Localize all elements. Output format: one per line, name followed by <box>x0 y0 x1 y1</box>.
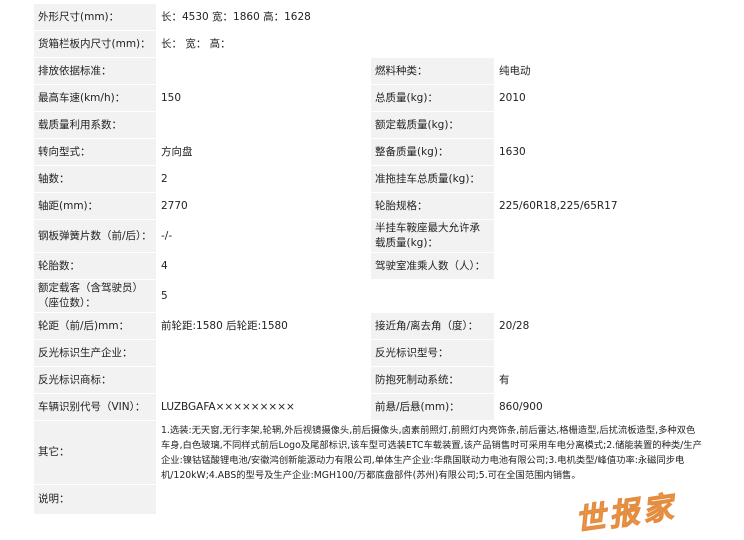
value-emission-standard <box>156 57 371 85</box>
label-leaf-springs: 钢板弹簧片数（前/后）： <box>33 219 157 253</box>
table-row: 载质量利用系数： 额定载质量(kg)： <box>33 111 709 139</box>
value-reflector-model <box>494 339 709 367</box>
label-reflector-brand: 反光标识商标： <box>33 366 157 394</box>
value-tire-spec: 225/60R18,225/65R17 <box>494 192 709 220</box>
value-cargo-dims: 长： 宽： 高： <box>156 30 709 58</box>
value-reflector-brand <box>156 366 371 394</box>
value-trailer-mass <box>494 165 709 193</box>
table-row: 反光标识商标： 防抱死制动系统： 有 <box>33 366 709 394</box>
value-load-utilization <box>156 111 371 139</box>
label-note: 说明： <box>33 484 157 515</box>
value-abs: 有 <box>494 366 709 394</box>
table-row: 反光标识生产企业： 反光标识型号： <box>33 339 709 367</box>
value-reflector-maker <box>156 339 371 367</box>
label-fuel-type: 燃料种类： <box>370 57 495 85</box>
table-row: 外形尺寸(mm)： 长：4530 宽：1860 高：1628 <box>33 3 709 31</box>
label-tire-count: 轮胎数： <box>33 252 157 280</box>
label-track: 轮距（前/后)mm： <box>33 312 157 340</box>
table-row: 轮胎数： 4 驾驶室准乘人数（人）： <box>33 252 709 280</box>
label-vin: 车辆识别代号（VIN）： <box>33 393 157 421</box>
label-dimensions: 外形尺寸(mm)： <box>33 3 157 31</box>
label-curb-mass: 整备质量(kg)： <box>370 138 495 166</box>
value-rated-load <box>494 111 709 139</box>
label-other: 其它： <box>33 420 157 485</box>
value-curb-mass: 1630 <box>494 138 709 166</box>
table-row: 轴距(mm)： 2770 轮胎规格： 225/60R18,225/65R17 <box>33 192 709 220</box>
label-load-utilization: 载质量利用系数： <box>33 111 157 139</box>
value-steering: 方向盘 <box>156 138 371 166</box>
label-cab-occupants: 驾驶室准乘人数（人）： <box>370 252 495 280</box>
table-row: 额定载客（含驾驶员）（座位数）： 5 <box>33 279 709 313</box>
label-cargo-dims: 货箱栏板内尺寸(mm)： <box>33 30 157 58</box>
value-tire-count: 4 <box>156 252 371 280</box>
value-other: 1.选装:无天窗,无行李架,轮辋,外后视镜摄像头,前后摄像头,卤素前照灯,前照灯… <box>156 420 709 485</box>
table-row: 排放依据标准： 燃料种类： 纯电动 <box>33 57 709 85</box>
table-row: 货箱栏板内尺寸(mm)： 长： 宽： 高： <box>33 30 709 58</box>
value-vin: LUZBGAFA××××××××× <box>156 393 371 421</box>
table-row: 其它： 1.选装:无天窗,无行李架,轮辋,外后视镜摄像头,前后摄像头,卤素前照灯… <box>33 420 709 485</box>
label-reflector-maker: 反光标识生产企业： <box>33 339 157 367</box>
value-track: 前轮距:1580 后轮距:1580 <box>156 312 371 340</box>
label-steering: 转向型式： <box>33 138 157 166</box>
table-row: 钢板弹簧片数（前/后）： -/- 半挂车鞍座最大允许承载质量(kg)： <box>33 219 709 253</box>
label-rated-load: 额定载质量(kg)： <box>370 111 495 139</box>
value-overhang: 860/900 <box>494 393 709 421</box>
label-gross-mass: 总质量(kg)： <box>370 84 495 112</box>
value-axles: 2 <box>156 165 371 193</box>
label-max-speed: 最高车速(km/h)： <box>33 84 157 112</box>
value-wheelbase: 2770 <box>156 192 371 220</box>
label-tire-spec: 轮胎规格： <box>370 192 495 220</box>
label-axles: 轴数： <box>33 165 157 193</box>
table-row: 最高车速(km/h)： 150 总质量(kg)： 2010 <box>33 84 709 112</box>
value-approach-departure: 20/28 <box>494 312 709 340</box>
label-wheelbase: 轴距(mm)： <box>33 192 157 220</box>
label-overhang: 前悬/后悬(mm)： <box>370 393 495 421</box>
table-row: 转向型式： 方向盘 整备质量(kg)： 1630 <box>33 138 709 166</box>
value-saddle-load <box>494 219 709 253</box>
value-dimensions: 长：4530 宽：1860 高：1628 <box>156 3 709 31</box>
value-gross-mass: 2010 <box>494 84 709 112</box>
table-row: 车辆识别代号（VIN）： LUZBGAFA××××××××× 前悬/后悬(mm)… <box>33 393 709 421</box>
table-row: 轮距（前/后)mm： 前轮距:1580 后轮距:1580 接近角/离去角（度）：… <box>33 312 709 340</box>
label-saddle-load: 半挂车鞍座最大允许承载质量(kg)： <box>370 219 495 253</box>
label-reflector-model: 反光标识型号： <box>370 339 495 367</box>
value-leaf-springs: -/- <box>156 219 371 253</box>
spec-table: 外形尺寸(mm)： 长：4530 宽：1860 高：1628 货箱栏板内尺寸(m… <box>33 3 709 515</box>
table-row: 轴数： 2 准拖挂车总质量(kg)： <box>33 165 709 193</box>
label-emission-standard: 排放依据标准： <box>33 57 157 85</box>
label-abs: 防抱死制动系统： <box>370 366 495 394</box>
value-cab-occupants <box>494 252 709 280</box>
value-max-speed: 150 <box>156 84 371 112</box>
label-approach-departure: 接近角/离去角（度）： <box>370 312 495 340</box>
label-trailer-mass: 准拖挂车总质量(kg)： <box>370 165 495 193</box>
label-rated-seats: 额定载客（含驾驶员）（座位数）： <box>33 279 157 313</box>
value-fuel-type: 纯电动 <box>494 57 709 85</box>
value-rated-seats: 5 <box>156 279 709 313</box>
